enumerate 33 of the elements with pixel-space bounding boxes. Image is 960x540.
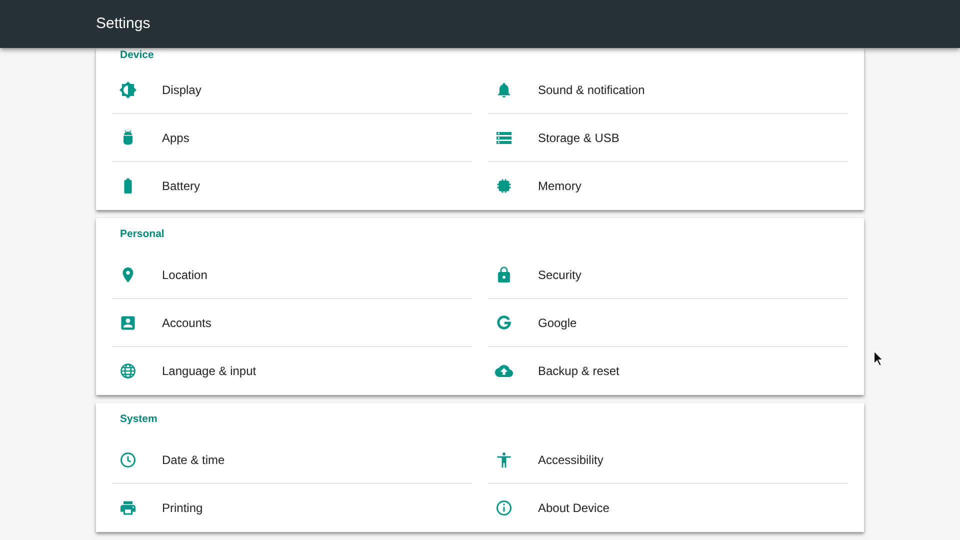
settings-item[interactable]: Date & time [112,436,472,484]
settings-item[interactable]: Display [112,66,472,114]
settings-item[interactable]: Storage & USB [488,114,848,162]
section-header: System [120,413,158,425]
settings-item[interactable]: Battery [112,162,472,210]
chip-icon [495,177,513,195]
settings-item[interactable]: Apps [112,114,472,162]
bell-icon [495,80,513,98]
accessibility-icon [495,450,513,468]
settings-item[interactable]: Accounts [112,299,472,347]
settings-item[interactable]: Sound & notification [488,66,848,114]
printer-icon [119,499,137,517]
settings-item[interactable]: Memory [488,162,848,210]
settings-item[interactable]: About Device [488,484,848,532]
section-header: Device [120,49,154,61]
settings-item[interactable]: Accessibility [488,436,848,484]
info-icon [495,499,513,517]
cloud-upload-icon [495,362,513,380]
globe-icon [119,362,137,380]
g-logo-icon [495,314,513,332]
settings-item[interactable]: Printing [112,484,472,532]
settings-item[interactable]: Security [488,251,848,299]
mouse-cursor-icon [873,350,884,367]
lock-icon [495,266,513,284]
settings-item[interactable]: Location [112,251,472,299]
brightness-icon [119,80,137,98]
section-header: Personal [120,228,164,240]
app-bar-title: Settings [96,14,150,34]
settings-item[interactable]: Backup & reset [488,347,848,395]
clock-icon [119,450,137,468]
settings-item[interactable]: Google [488,299,848,347]
account-icon [119,314,137,332]
settings-item[interactable]: Language & input [112,347,472,395]
